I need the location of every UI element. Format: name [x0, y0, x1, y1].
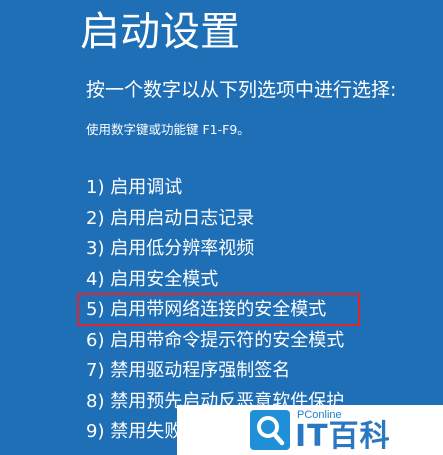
highlight-annotation-box	[77, 293, 360, 326]
page-title: 启动设置	[80, 9, 240, 55]
watermark-banner: PConline IT百科	[177, 405, 443, 455]
option-enable-safe-mode[interactable]: 4) 启用安全模式	[84, 265, 344, 296]
option-enable-low-resolution-video[interactable]: 3) 启用低分辨率视频	[84, 234, 344, 265]
option-enable-debugging[interactable]: 1) 启用调试	[84, 173, 344, 204]
option-enable-safe-mode-with-command-prompt[interactable]: 6) 启用带命令提示符的安全模式	[84, 326, 344, 357]
watermark-brand-big: IT百科	[295, 419, 391, 454]
hint-text: 使用数字键或功能键 F1-F9。	[86, 122, 250, 137]
instruction-text: 按一个数字以从下列选项中进行选择:	[86, 79, 397, 101]
option-disable-driver-signature-enforcement[interactable]: 7) 禁用驱动程序强制签名	[84, 356, 344, 387]
magnifier-logo-icon	[250, 410, 290, 450]
option-enable-boot-logging[interactable]: 2) 启用启动日志记录	[84, 204, 344, 235]
startup-settings-screen: 启动设置 按一个数字以从下列选项中进行选择: 使用数字键或功能键 F1-F9。 …	[0, 0, 443, 455]
